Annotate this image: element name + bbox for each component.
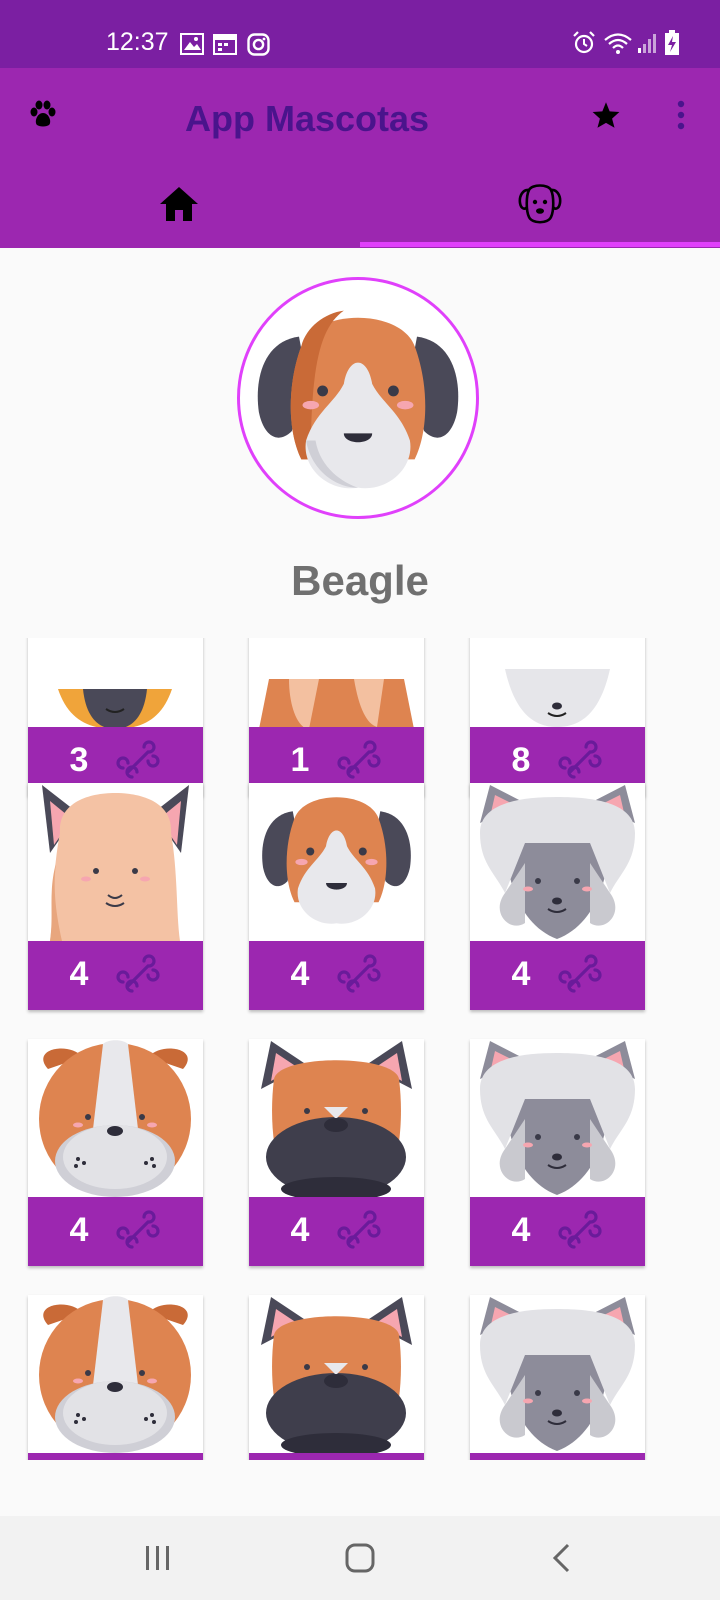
star-icon[interactable] [591,101,621,129]
bone-icon[interactable] [556,738,604,786]
home-button-icon [345,1543,375,1573]
likes-bar [28,1453,203,1460]
schnauzer-photo [470,783,645,941]
schnauzer-photo [470,1039,645,1197]
back-button[interactable] [532,1534,592,1582]
likes-bar: 4 [249,1197,424,1266]
photo-grid: 3 1 8 4 4 4 4 4 4 [0,638,720,1460]
bone-icon[interactable] [335,738,383,786]
boxer-photo [249,1039,424,1197]
beagle-photo [249,783,424,941]
photo-card[interactable]: 4 [28,783,203,1010]
photo-card[interactable]: 4 [249,783,424,1010]
overflow-menu-icon[interactable] [675,100,687,130]
profile-avatar [237,277,479,519]
photo-card[interactable] [28,1295,203,1460]
likes-bar: 4 [470,941,645,1010]
photo-card[interactable]: 4 [470,1039,645,1266]
battery-charging-icon [665,30,679,55]
back-icon [552,1543,570,1573]
beagle-avatar [257,310,459,489]
tab-home[interactable] [0,168,360,248]
app-bar: App Mascotas [0,68,720,248]
app-title: App Mascotas [185,98,430,139]
wifi-icon [604,33,632,54]
likes-count: 4 [69,1211,89,1249]
paw-icon [30,100,56,127]
status-bar: 12:37 [0,0,720,68]
likes-count: 4 [69,955,89,993]
likes-count: 1 [290,741,310,779]
recent-apps-icon [146,1546,169,1570]
photo-card[interactable]: 3 [28,638,203,796]
photo-card[interactable] [470,1295,645,1460]
boxer-photo [249,1295,424,1453]
likes-count: 4 [290,955,310,993]
likes-count: 4 [511,955,531,993]
instagram-icon [247,33,270,56]
likes-bar [470,1453,645,1460]
bone-icon[interactable] [114,952,162,1000]
tab-dog-profile[interactable] [360,168,720,248]
photo-card[interactable]: 4 [28,1039,203,1266]
bone-icon[interactable] [556,1208,604,1256]
calendar-icon [213,34,237,55]
poodle-photo [28,783,203,941]
likes-bar: 4 [28,941,203,1010]
signal-icon [638,34,656,53]
shepherd-photo [28,638,203,727]
likes-count: 4 [511,1211,531,1249]
recent-apps-button[interactable] [128,1534,188,1582]
bone-icon[interactable] [114,738,162,786]
likes-count: 8 [511,741,531,779]
likes-count: 4 [290,1211,310,1249]
bone-icon[interactable] [335,1208,383,1256]
likes-bar [249,1453,424,1460]
bone-icon[interactable] [114,1208,162,1256]
status-time: 12:37 [106,28,169,56]
samoyed-photo [470,638,645,727]
schnauzer-photo [470,1295,645,1453]
profile-name: Beagle [291,557,429,604]
photo-card[interactable]: 4 [249,1039,424,1266]
beagle-ears-photo [249,638,424,727]
dog-face-icon [518,184,562,224]
bone-icon[interactable] [335,952,383,1000]
likes-bar: 4 [249,941,424,1010]
home-icon [160,187,198,221]
alarm-icon [573,31,595,54]
likes-count: 3 [69,741,89,779]
system-nav-bar [0,1516,720,1600]
bulldog-photo [28,1039,203,1197]
gallery-icon [180,33,204,55]
tab-indicator [360,242,720,247]
photo-card[interactable] [249,1295,424,1460]
home-button[interactable] [330,1534,390,1582]
photo-card[interactable]: 8 [470,638,645,796]
bone-icon[interactable] [556,952,604,1000]
bulldog-photo [28,1295,203,1453]
photo-card[interactable]: 1 [249,638,424,796]
likes-bar: 4 [28,1197,203,1266]
photo-card[interactable]: 4 [470,783,645,1010]
likes-bar: 4 [470,1197,645,1266]
